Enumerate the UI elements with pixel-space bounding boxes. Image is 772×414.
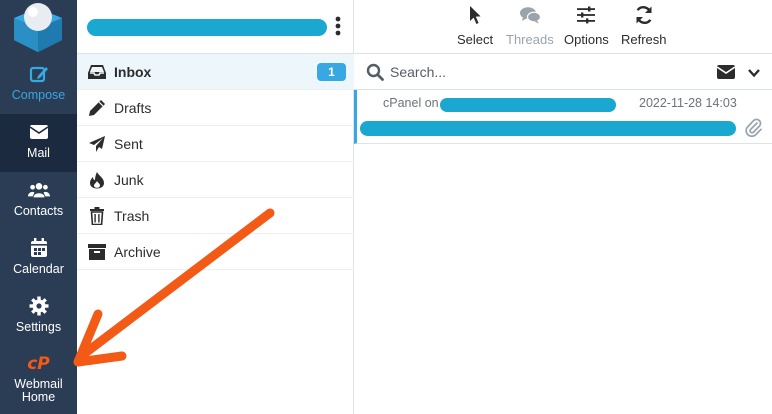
select-button[interactable]: Select [457, 4, 493, 48]
nav-compose-label: Compose [11, 88, 66, 102]
calendar-icon [28, 238, 50, 258]
sliders-icon [575, 4, 597, 26]
archive-box-icon [87, 242, 107, 262]
edit-icon [28, 64, 50, 84]
message-from: cPanel on [383, 96, 439, 110]
users-icon [27, 180, 50, 200]
options-button-label: Options [564, 32, 609, 47]
nav-contacts[interactable]: Contacts [0, 172, 77, 230]
webmail-window: Compose Mail Contacts Calendar Settings [0, 0, 772, 414]
nav-mail[interactable]: Mail [0, 114, 77, 172]
nav-webmail-home-label: Webmail Home [14, 377, 63, 404]
folder-archive[interactable]: Archive [77, 234, 354, 270]
nav-settings-label: Settings [15, 320, 62, 334]
toolbar: Select Threads Options Refresh [354, 0, 772, 54]
chat-bubbles-icon [519, 4, 541, 26]
folder-trash-label: Trash [114, 208, 150, 224]
folder-drafts[interactable]: Drafts [77, 90, 354, 126]
folder-trash[interactable]: Trash [77, 198, 354, 234]
refresh-icon [633, 4, 655, 26]
search-input[interactable] [390, 62, 690, 82]
folder-drafts-label: Drafts [114, 100, 152, 116]
folder-list-panel: Inbox 1 Drafts Sent Junk Trash Archive [77, 0, 354, 414]
nav-mail-label: Mail [27, 146, 50, 160]
folder-inbox[interactable]: Inbox 1 [77, 54, 354, 90]
gear-icon [28, 296, 50, 316]
envelope-icon[interactable] [716, 64, 738, 80]
refresh-button-label: Refresh [621, 32, 667, 47]
message-row[interactable]: cPanel on 2022-11-28 14:03 [354, 90, 772, 144]
message-list-panel: Select Threads Options Refresh Search...… [354, 0, 772, 414]
nav-contacts-label: Contacts [13, 204, 64, 218]
folder-junk[interactable]: Junk [77, 162, 354, 198]
search-icon[interactable] [366, 63, 384, 81]
nav-settings[interactable]: Settings [0, 288, 77, 346]
message-date: 2022-11-28 14:03 [639, 96, 737, 110]
threads-button[interactable]: Threads [506, 4, 554, 48]
folder-sent[interactable]: Sent [77, 126, 354, 162]
refresh-button[interactable]: Refresh [621, 4, 667, 48]
inbox-icon [87, 62, 107, 82]
redacted-subject [360, 121, 736, 136]
app-nav: Compose Mail Contacts Calendar Settings [0, 0, 77, 414]
folder-junk-label: Junk [114, 172, 144, 188]
folder-sent-label: Sent [114, 136, 143, 152]
paperclip-icon [745, 118, 763, 138]
nav-calendar[interactable]: Calendar [0, 230, 77, 288]
folder-inbox-label: Inbox [114, 64, 152, 80]
chevron-down-icon[interactable] [747, 66, 761, 78]
options-button[interactable]: Options [564, 4, 609, 48]
account-header [77, 0, 354, 54]
select-button-label: Select [457, 32, 494, 47]
unread-count-badge: 1 [317, 63, 346, 81]
cpanel-logo-icon: cP [27, 354, 50, 374]
paper-plane-icon [87, 134, 107, 154]
account-menu-dots-icon[interactable] [333, 15, 343, 37]
nav-webmail-home[interactable]: cP Webmail Home [0, 346, 77, 414]
threads-button-label: Threads [506, 32, 554, 47]
redacted-sender [440, 98, 616, 112]
roundcube-logo-icon[interactable] [0, 0, 77, 56]
nav-calendar-label: Calendar [13, 262, 64, 276]
pencil-icon [87, 98, 107, 118]
cursor-pointer-icon [464, 4, 486, 26]
redacted-account-name [87, 19, 327, 36]
fire-icon [87, 170, 107, 190]
folder-archive-label: Archive [114, 244, 161, 260]
trash-icon [87, 206, 107, 226]
nav-compose[interactable]: Compose [0, 56, 77, 114]
search-bar [354, 54, 772, 90]
envelope-icon [28, 122, 50, 142]
